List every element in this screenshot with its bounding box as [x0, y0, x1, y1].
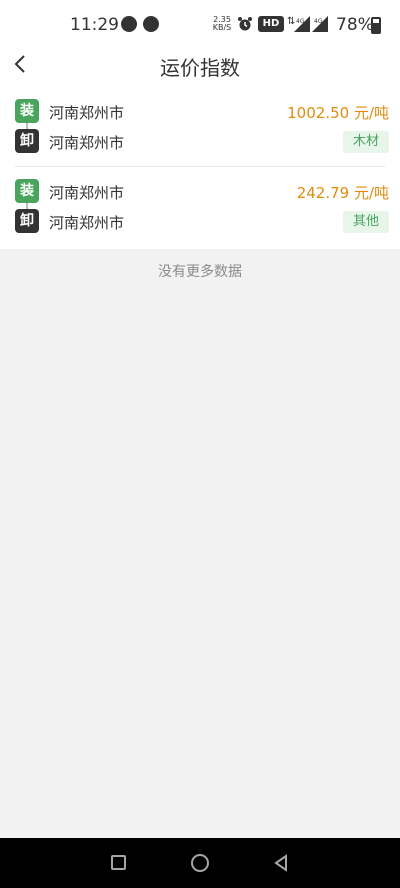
- load-tag: 装: [15, 99, 39, 123]
- load-tag: 装: [15, 179, 39, 203]
- unload-tag: 卸: [15, 129, 39, 153]
- triangle-back-icon[interactable]: [272, 854, 290, 872]
- hd-badge: HD: [258, 16, 284, 32]
- circle-icon[interactable]: [191, 854, 209, 872]
- unload-tag: 卸: [15, 209, 39, 233]
- network-label-1: 4G: [296, 18, 305, 25]
- load-location: 河南郑州市: [49, 184, 125, 202]
- status-bar: 11:29 2.35 KB/S HD ⇅ 4G 4G 78%: [0, 0, 400, 50]
- cargo-tag: 木材: [342, 131, 389, 153]
- unload-location: 河南郑州市: [49, 214, 125, 232]
- price: 242.79 元/吨: [296, 184, 389, 202]
- network-speed: 2.35 KB/S: [212, 15, 232, 32]
- chat-bubble-icon: [121, 16, 137, 32]
- signal-icon: 4G: [294, 16, 310, 32]
- app-icon: [143, 16, 159, 32]
- status-time: 11:29: [70, 15, 119, 35]
- list-item[interactable]: 装 卸 河南郑州市 河南郑州市 1002.50 元/吨 木材: [0, 88, 400, 168]
- alarm-clock-icon: [238, 17, 252, 31]
- page-title: 运价指数: [160, 56, 240, 80]
- list-item[interactable]: 装 卸 河南郑州市 河南郑州市 242.79 元/吨 其他: [0, 168, 400, 248]
- navigation-bar: [0, 838, 400, 888]
- network-label-2: 4G: [314, 18, 323, 25]
- square-icon[interactable]: [111, 855, 126, 870]
- signal-icon: 4G: [312, 16, 328, 32]
- battery-percent: 78%: [336, 15, 374, 35]
- freight-list: 装 卸 河南郑州市 河南郑州市 1002.50 元/吨 木材 装 卸 河南郑州市…: [0, 88, 400, 249]
- battery-icon: [371, 17, 381, 34]
- unload-location: 河南郑州市: [49, 134, 125, 152]
- app-header: 运价指数: [0, 50, 400, 88]
- load-location: 河南郑州市: [49, 104, 125, 122]
- cargo-tag: 其他: [342, 211, 389, 233]
- price: 1002.50 元/吨: [287, 104, 389, 122]
- no-more-data-text: 没有更多数据: [158, 264, 242, 280]
- divider: [15, 166, 385, 167]
